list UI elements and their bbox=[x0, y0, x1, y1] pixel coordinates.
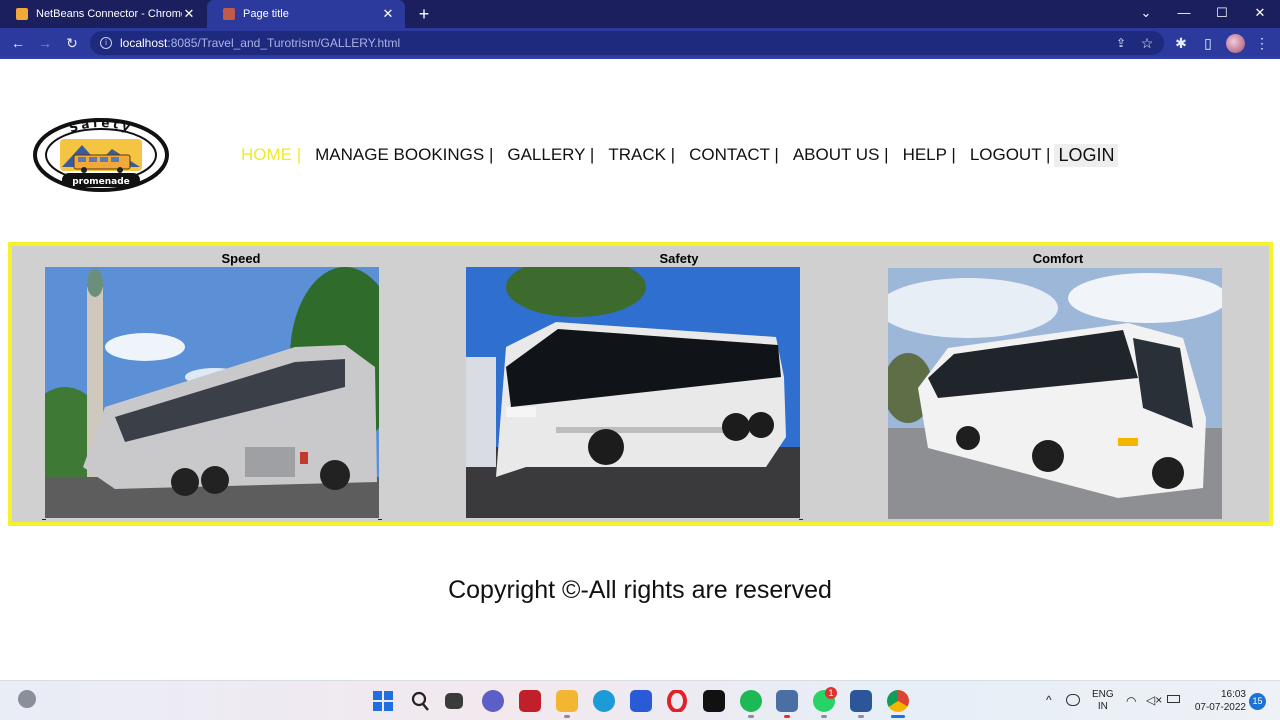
nav-contact[interactable]: CONTACT | bbox=[689, 145, 779, 165]
notification-count-badge[interactable]: 15 bbox=[1249, 693, 1266, 710]
gallery-photo-speed[interactable] bbox=[45, 267, 379, 518]
reload-button[interactable]: ↻ bbox=[61, 33, 83, 53]
browser-tab-strip: NetBeans Connector - Chrome W ✕ Page tit… bbox=[0, 0, 1280, 28]
nav-about-us[interactable]: ABOUT US | bbox=[793, 145, 889, 165]
widgets-icon[interactable] bbox=[18, 690, 36, 708]
nav-logout[interactable]: LOGOUT | bbox=[970, 145, 1051, 165]
maximize-button[interactable]: ☐ bbox=[1203, 0, 1241, 28]
gallery-title-speed: Speed bbox=[221, 251, 261, 266]
volume-muted-icon[interactable]: ◁× bbox=[1146, 693, 1162, 720]
tab-title: Page title bbox=[243, 8, 289, 20]
tab-page-title[interactable]: Page title ✕ bbox=[207, 0, 405, 28]
clock-time: 16:03 bbox=[1220, 689, 1246, 700]
toolbar-divider bbox=[0, 57, 1280, 59]
chrome-favicon-icon bbox=[16, 8, 28, 20]
nav-manage-bookings[interactable]: MANAGE BOOKINGS | bbox=[315, 145, 493, 165]
nav-track[interactable]: TRACK | bbox=[608, 145, 675, 165]
active-indicator bbox=[891, 715, 905, 718]
forward-button[interactable]: → bbox=[34, 33, 56, 53]
clock[interactable]: 16:03 07-07-2022 bbox=[1190, 688, 1246, 720]
gallery-title-safety: Safety bbox=[659, 251, 699, 266]
start-windows-icon[interactable] bbox=[372, 690, 394, 712]
running-indicator bbox=[858, 715, 864, 718]
logo-bottom-text: promenade bbox=[72, 177, 130, 187]
clock-date: 07-07-2022 bbox=[1194, 702, 1246, 713]
back-button[interactable]: ← bbox=[7, 33, 29, 53]
security-shield-icon[interactable] bbox=[776, 690, 798, 712]
page-favicon-icon bbox=[223, 8, 235, 20]
tab-close-icon[interactable]: ✕ bbox=[381, 7, 395, 21]
extensions-icon[interactable]: ✱ bbox=[1170, 33, 1192, 53]
menu-icon[interactable]: ⋮ bbox=[1251, 33, 1273, 53]
link-underline bbox=[42, 519, 46, 520]
new-tab-button[interactable]: + bbox=[414, 3, 434, 25]
spotify-icon[interactable] bbox=[740, 690, 762, 712]
language-line2: IN bbox=[1097, 701, 1108, 712]
login-button[interactable]: LOGIN bbox=[1054, 143, 1119, 167]
language-line1: ENG bbox=[1092, 689, 1114, 700]
main-nav: HOME | MANAGE BOOKINGS | GALLERY | TRACK… bbox=[241, 143, 1119, 167]
bookmark-star-icon[interactable]: ☆ bbox=[1138, 34, 1156, 52]
copyright-text: Copyright ©-All rights are reserved bbox=[448, 576, 832, 604]
nav-help[interactable]: HELP | bbox=[903, 145, 956, 165]
windows-taskbar: 1 ^ ENG IN ◠ ◁× 16:03 07-07-2022 bbox=[0, 680, 1280, 720]
nav-gallery[interactable]: GALLERY | bbox=[507, 145, 594, 165]
terminal-icon[interactable] bbox=[703, 690, 725, 712]
gallery-panel: Speed Safety Comfort bbox=[8, 242, 1273, 526]
minimize-button[interactable]: — bbox=[1165, 0, 1203, 28]
link-underline bbox=[378, 519, 382, 520]
tab-netbeans-connector[interactable]: NetBeans Connector - Chrome W ✕ bbox=[0, 0, 206, 28]
link-underline bbox=[799, 519, 803, 520]
onedrive-cloud-icon[interactable] bbox=[1066, 694, 1080, 706]
side-panel-icon[interactable]: ▯ bbox=[1197, 33, 1219, 53]
close-window-button[interactable]: ✕ bbox=[1241, 0, 1279, 28]
wifi-icon[interactable]: ◠ bbox=[1126, 694, 1136, 720]
gallery-title-comfort: Comfort bbox=[1032, 251, 1084, 266]
address-bar[interactable]: i localhost :8085/Travel_and_Turotrism/G… bbox=[90, 31, 1164, 55]
profile-avatar[interactable] bbox=[1226, 34, 1245, 53]
tab-search-icon[interactable]: ⌄ bbox=[1127, 0, 1165, 28]
url-host: localhost bbox=[120, 36, 168, 50]
running-indicator bbox=[784, 715, 790, 718]
opera-icon[interactable] bbox=[666, 689, 688, 713]
site-info-icon[interactable]: i bbox=[100, 37, 112, 49]
running-indicator bbox=[564, 715, 570, 718]
share-icon[interactable]: ⇪ bbox=[1112, 34, 1130, 52]
file-explorer-icon[interactable] bbox=[556, 690, 578, 712]
search-icon[interactable] bbox=[409, 690, 431, 712]
show-hidden-icons-chevron-icon[interactable]: ^ bbox=[1046, 693, 1052, 720]
browser-toolbar: ← → ↻ i localhost :8085/Travel_and_Turot… bbox=[0, 28, 1280, 58]
word-icon[interactable] bbox=[850, 690, 872, 712]
chrome-icon[interactable] bbox=[887, 690, 909, 712]
whatsapp-badge: 1 bbox=[825, 687, 837, 699]
tab-title: NetBeans Connector - Chrome W bbox=[36, 8, 182, 20]
language-indicator[interactable]: ENG IN bbox=[1092, 689, 1114, 720]
nav-home[interactable]: HOME | bbox=[241, 145, 301, 165]
gallery-photo-comfort[interactable] bbox=[888, 268, 1222, 519]
mcafee-icon[interactable] bbox=[519, 690, 541, 712]
running-indicator bbox=[748, 715, 754, 718]
battery-icon[interactable] bbox=[1167, 695, 1180, 703]
url-path: :8085/Travel_and_Turotrism/GALLERY.html bbox=[167, 36, 401, 50]
teams-chat-icon[interactable] bbox=[482, 690, 504, 712]
store-icon[interactable] bbox=[630, 690, 652, 712]
running-indicator bbox=[821, 715, 827, 718]
tab-close-icon[interactable]: ✕ bbox=[182, 7, 196, 21]
gallery-photo-safety[interactable] bbox=[466, 267, 800, 518]
edge-icon[interactable] bbox=[593, 690, 615, 712]
site-logo[interactable]: Safety promenade bbox=[32, 116, 170, 193]
task-view-icon[interactable] bbox=[445, 693, 463, 709]
